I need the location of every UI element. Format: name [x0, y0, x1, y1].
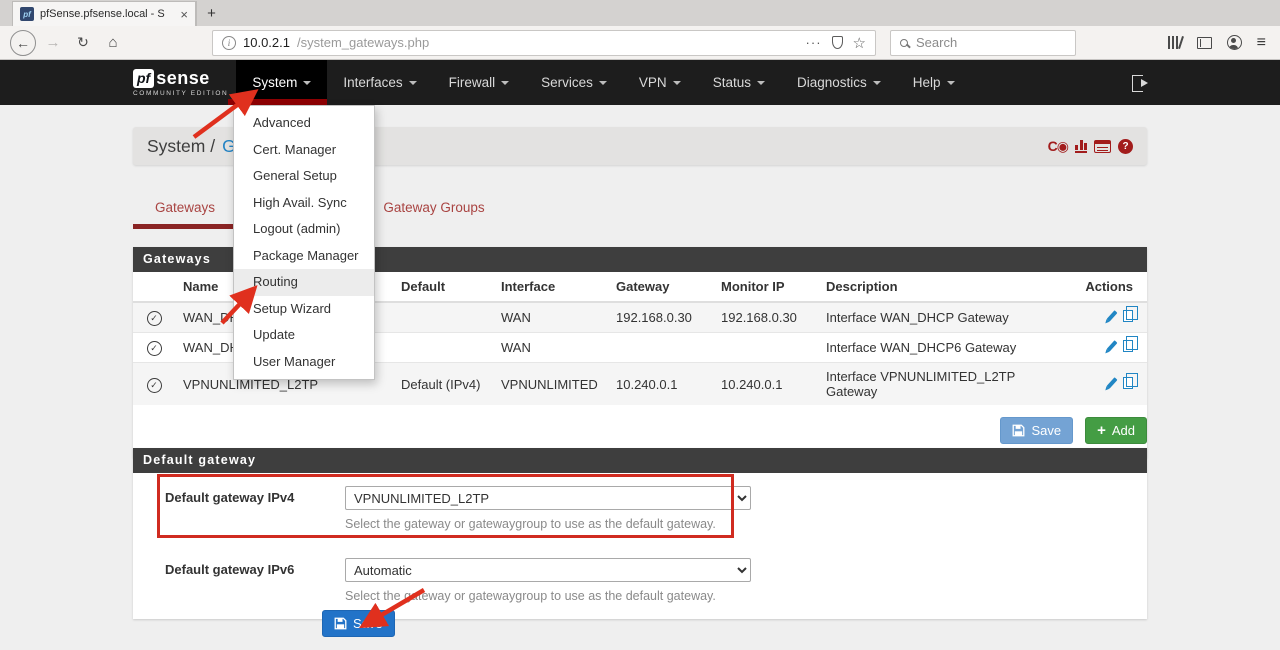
col-gateway: Gateway	[608, 272, 713, 302]
save-floppy-icon	[334, 617, 347, 630]
bookmark-star-icon[interactable]: ☆	[853, 34, 866, 52]
system-dropdown-menu: Advanced Cert. Manager General Setup Hig…	[233, 105, 375, 380]
tab-gateways[interactable]: Gateways	[133, 189, 237, 229]
chevron-down-icon	[873, 81, 881, 85]
reload-button[interactable]: ↻	[72, 34, 94, 51]
menu-item-logout[interactable]: Logout (admin)	[234, 216, 374, 243]
tab-title: pfSense.pfsense.local - S	[40, 8, 174, 20]
pfsense-favicon: pf	[20, 7, 34, 21]
menu-item-cert-manager[interactable]: Cert. Manager	[234, 137, 374, 164]
account-icon[interactable]	[1227, 35, 1242, 50]
url-bar[interactable]: i 10.0.2.1 /system_gateways.php ··· ☆	[212, 30, 876, 56]
menu-hamburger-icon[interactable]: ≡	[1257, 34, 1266, 52]
menu-item-advanced[interactable]: Advanced	[234, 110, 374, 137]
browser-tab-bar: pf pfSense.pfsense.local - S × +	[0, 0, 1280, 26]
nav-help[interactable]: Help	[897, 60, 971, 105]
nav-services[interactable]: Services	[525, 60, 623, 105]
chevron-down-icon	[599, 81, 607, 85]
menu-item-update[interactable]: Update	[234, 322, 374, 349]
search-input[interactable]: Search	[890, 30, 1076, 56]
col-actions: Actions	[1075, 272, 1147, 302]
menu-item-high-avail-sync[interactable]: High Avail. Sync	[234, 190, 374, 217]
breadcrumb-section: System /	[147, 136, 215, 157]
edit-icon[interactable]	[1106, 340, 1117, 352]
nav-status[interactable]: Status	[697, 60, 781, 105]
chevron-down-icon	[673, 81, 681, 85]
page-actions-icon[interactable]: ···	[806, 35, 822, 50]
tab-gateway-groups[interactable]: Gateway Groups	[361, 189, 506, 229]
annotation-highlight-box	[157, 474, 734, 538]
search-icon	[900, 39, 908, 47]
col-interface: Interface	[493, 272, 608, 302]
logo-sense-text: sense	[156, 68, 210, 89]
browser-tab[interactable]: pf pfSense.pfsense.local - S ×	[12, 1, 196, 26]
sidebar-icon[interactable]	[1197, 37, 1212, 49]
edit-icon[interactable]	[1106, 377, 1117, 389]
col-description: Description	[818, 272, 1075, 302]
help-icon[interactable]: ?	[1118, 139, 1133, 154]
default-gateway-save-button[interactable]: Save	[322, 610, 395, 637]
col-default: Default	[393, 272, 493, 302]
menu-item-setup-wizard[interactable]: Setup Wizard	[234, 296, 374, 323]
url-host: 10.0.2.1	[243, 35, 290, 50]
pfsense-navbar: pf sense COMMUNITY EDITION System Interf…	[0, 60, 1280, 105]
col-monitor: Monitor IP	[713, 272, 818, 302]
nav-firewall[interactable]: Firewall	[433, 60, 526, 105]
default-gateway-panel-title: Default gateway	[133, 448, 1147, 473]
copy-icon[interactable]	[1123, 377, 1133, 389]
chevron-down-icon	[501, 81, 509, 85]
chevron-down-icon	[757, 81, 765, 85]
menu-item-package-manager[interactable]: Package Manager	[234, 243, 374, 270]
copy-icon[interactable]	[1123, 310, 1133, 322]
ipv6-help-text: Select the gateway or gatewaygroup to us…	[345, 589, 751, 603]
logo-subtitle: COMMUNITY EDITION	[133, 90, 228, 97]
gateways-save-button[interactable]: Save	[1000, 417, 1073, 444]
gateway-online-icon	[147, 341, 162, 356]
search-placeholder: Search	[916, 35, 957, 50]
library-icon[interactable]	[1168, 36, 1182, 49]
save-floppy-icon	[1012, 424, 1025, 437]
status-refresh-icon[interactable]: C◉	[1048, 138, 1068, 155]
pfsense-logo[interactable]: pf sense COMMUNITY EDITION	[133, 60, 228, 105]
logo-pf-badge: pf	[133, 69, 154, 88]
add-gateway-button[interactable]: + Add	[1085, 417, 1147, 444]
copy-icon[interactable]	[1123, 340, 1133, 352]
monitoring-chart-icon[interactable]	[1075, 140, 1087, 153]
chevron-down-icon	[409, 81, 417, 85]
log-table-icon[interactable]	[1094, 140, 1111, 153]
edit-icon[interactable]	[1106, 310, 1117, 322]
new-tab-button[interactable]: +	[196, 1, 226, 26]
site-info-icon[interactable]: i	[222, 36, 236, 50]
nav-system[interactable]: System	[236, 60, 327, 105]
chevron-down-icon	[947, 81, 955, 85]
home-button[interactable]: ⌂	[102, 34, 124, 51]
gateway-online-icon	[147, 311, 162, 326]
ipv6-label: Default gateway IPv6	[165, 558, 313, 603]
back-button[interactable]: ←	[10, 30, 36, 56]
page-content: System / Gateways C◉ ? Gateways Static R…	[0, 105, 1280, 650]
nav-diagnostics[interactable]: Diagnostics	[781, 60, 897, 105]
browser-toolbar: ← → ↻ ⌂ i 10.0.2.1 /system_gateways.php …	[0, 26, 1280, 60]
nav-interfaces[interactable]: Interfaces	[327, 60, 432, 105]
tab-close-icon[interactable]: ×	[180, 7, 188, 22]
logout-icon[interactable]	[1132, 75, 1148, 90]
forward-button[interactable]: →	[42, 34, 64, 51]
chevron-down-icon	[303, 81, 311, 85]
gateway-online-icon	[147, 378, 162, 393]
menu-item-general-setup[interactable]: General Setup	[234, 163, 374, 190]
nav-vpn[interactable]: VPN	[623, 60, 697, 105]
url-path: /system_gateways.php	[297, 35, 429, 50]
menu-item-user-manager[interactable]: User Manager	[234, 349, 374, 376]
default-gateway-ipv6-row: Default gateway IPv6 Automatic Select th…	[133, 545, 1147, 603]
plus-icon: +	[1097, 426, 1106, 436]
menu-item-routing[interactable]: Routing	[234, 269, 374, 296]
ipv6-gateway-select[interactable]: Automatic	[345, 558, 751, 582]
tracking-shield-icon[interactable]	[832, 36, 843, 49]
